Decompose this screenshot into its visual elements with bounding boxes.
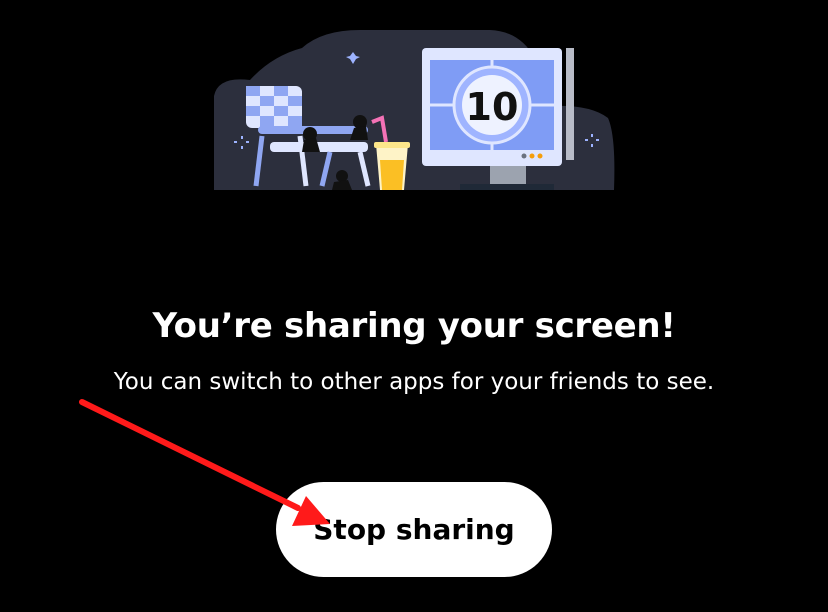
screen-share-illustration: 10 [214, 30, 615, 190]
screen-share-panel: 10 You’re sharing your screen! You can s… [0, 0, 828, 612]
page-title: You’re sharing your screen! [152, 306, 676, 346]
stop-sharing-button[interactable]: Stop sharing [276, 482, 552, 577]
tv-countdown: 10 [466, 85, 519, 129]
page-subtitle: You can switch to other apps for your fr… [113, 369, 715, 395]
